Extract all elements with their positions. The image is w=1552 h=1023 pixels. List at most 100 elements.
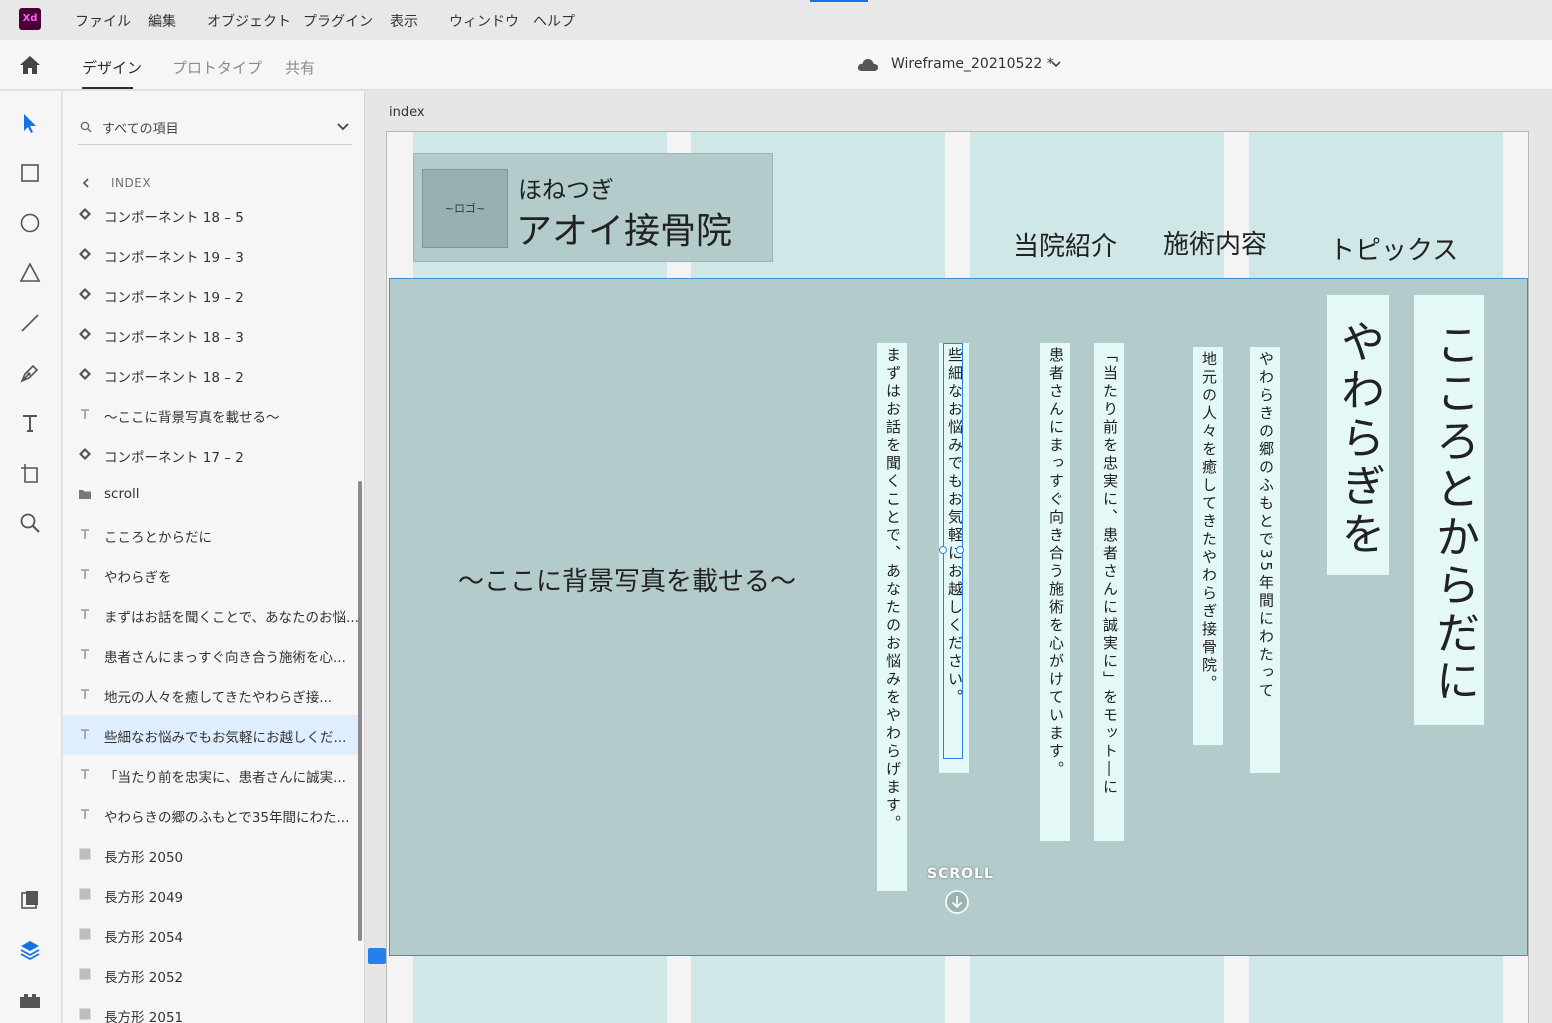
artboard-icon[interactable]: [18, 461, 42, 485]
logo-placeholder: ~ロゴ~: [422, 169, 508, 248]
scroll-down-arrow-icon[interactable]: [944, 889, 970, 915]
zoom-icon[interactable]: [18, 511, 42, 535]
body-text-line2[interactable]: 地元の人々を癒してきたやわらぎ接骨院。: [1193, 347, 1223, 745]
text-layer-icon: [81, 649, 89, 659]
layer-label: 長方形 2054: [104, 930, 184, 946]
layer-label: 些細なお悩みでもお気軽にお越しくだ...: [104, 730, 347, 746]
layer-row[interactable]: 長方形 2050: [63, 835, 359, 875]
canvas[interactable]: index ~ロゴ~ ほねつぎ アオイ接骨院 当院紹介 施術内容 トピックス 〜…: [366, 91, 1552, 1023]
text-layer-icon: [81, 409, 89, 419]
active-tab-indicator: [82, 87, 133, 89]
chevron-down-icon[interactable]: [336, 122, 350, 132]
plugins-icon[interactable]: [18, 988, 42, 1012]
tab-design[interactable]: デザイン: [82, 57, 142, 78]
layer-row[interactable]: まずはお話を聞くことで、あなたのお悩...: [63, 595, 359, 635]
layer-row[interactable]: 些細なお悩みでもお気軽にお越しくだ...: [63, 715, 359, 755]
layer-row[interactable]: コンポーネント 18 – 2: [63, 355, 359, 395]
layer-label: 長方形 2051: [104, 1010, 184, 1023]
layer-row[interactable]: やわらきの郷のふもとで35年間にわた...: [63, 795, 359, 835]
nav-treatment[interactable]: 施術内容: [1163, 224, 1267, 261]
layer-filter-dropdown[interactable]: すべての項目: [78, 113, 352, 145]
body-text-line1[interactable]: やわらきの郷のふもとで35年間にわたって: [1250, 347, 1280, 773]
text-layer-icon: [81, 609, 89, 619]
hero-section[interactable]: 〜ここに背景写真を載せる〜 こころとからだに やわらぎを やわらきの郷のふもとで…: [389, 278, 1528, 956]
layer-row[interactable]: 長方形 2054: [63, 915, 359, 955]
tab-prototype[interactable]: プロトタイプ: [172, 57, 262, 78]
menu-file[interactable]: ファイル: [75, 11, 131, 31]
selection-handle[interactable]: [956, 546, 964, 554]
layer-row[interactable]: コンポーネント 18 – 3: [63, 315, 359, 355]
tool-rail: [0, 91, 62, 1023]
component-icon: [79, 448, 91, 460]
layer-row[interactable]: scroll: [63, 475, 359, 515]
layer-row[interactable]: 〜ここに背景写真を載せる〜: [63, 395, 359, 435]
selection-handle[interactable]: [939, 546, 947, 554]
rectangle-layer-icon: [79, 1008, 91, 1020]
hero-title-line2[interactable]: やわらぎを: [1327, 295, 1389, 575]
layer-row[interactable]: 「当たり前を忠実に、患者さんに誠実...: [63, 755, 359, 795]
nav-about[interactable]: 当院紹介: [1013, 226, 1117, 263]
body-text-line3[interactable]: 「当たり前を忠実に、患者さんに誠実に」をモット―に: [1094, 343, 1124, 841]
body-text-line6[interactable]: まずはお話を聞くことで、あなたのお悩みをやわらげます。: [877, 343, 907, 891]
layer-label: 〜ここに背景写真を載せる〜: [104, 410, 280, 426]
menu-bar: Xd ファイル 編集 オブジェクト プラグイン 表示 ウィンドウ ヘルプ: [0, 0, 1552, 40]
component-icon: [79, 208, 91, 220]
assets-icon[interactable]: [18, 888, 42, 912]
layer-row[interactable]: 長方形 2051: [63, 995, 359, 1023]
layers-icon[interactable]: [18, 938, 42, 962]
layer-row[interactable]: こころとからだに: [63, 515, 359, 555]
layer-label: 患者さんにまっすぐ向き合う施術を心...: [104, 650, 346, 666]
folder-icon: [79, 490, 91, 499]
menu-help[interactable]: ヘルプ: [533, 11, 575, 31]
component-icon: [79, 328, 91, 340]
chevron-left-icon[interactable]: [81, 177, 91, 189]
layer-label: コンポーネント 17 – 2: [104, 450, 244, 466]
layer-label: コンポーネント 19 – 3: [104, 250, 244, 266]
layers-scrollbar[interactable]: [358, 481, 362, 941]
layer-label: 長方形 2050: [104, 850, 184, 866]
menu-object[interactable]: オブジェクト: [207, 11, 291, 31]
layer-label: 長方形 2052: [104, 970, 184, 986]
app-logo: Xd: [19, 8, 41, 30]
layer-label: やわらぎを: [104, 570, 172, 586]
body-text-line4[interactable]: 患者さんにまっすぐ向き合う施術を心がけています。: [1040, 343, 1070, 841]
menu-view[interactable]: 表示: [390, 11, 418, 31]
component-state-marker[interactable]: [368, 948, 386, 964]
text-layer-icon: [81, 569, 89, 579]
rectangle-layer-icon: [79, 888, 91, 900]
layer-row[interactable]: 患者さんにまっすぐ向き合う施術を心...: [63, 635, 359, 675]
text-layer-icon: [81, 689, 89, 699]
rectangle-icon[interactable]: [18, 161, 42, 185]
nav-topics[interactable]: トピックス: [1329, 230, 1458, 267]
layer-row[interactable]: コンポーネント 19 – 2: [63, 275, 359, 315]
tab-share[interactable]: 共有: [285, 57, 315, 78]
cloud-icon: [857, 59, 879, 71]
artboard-name[interactable]: index: [389, 105, 425, 120]
menu-window[interactable]: ウィンドウ: [449, 11, 519, 31]
logo-block[interactable]: ~ロゴ~ ほねつぎ アオイ接骨院: [413, 153, 773, 262]
layer-row[interactable]: 長方形 2049: [63, 875, 359, 915]
layer-row[interactable]: コンポーネント 17 – 2: [63, 435, 359, 475]
pen-icon[interactable]: [18, 361, 42, 385]
layer-label: まずはお話を聞くことで、あなたのお悩...: [104, 610, 359, 626]
menu-edit[interactable]: 編集: [148, 11, 176, 31]
home-icon[interactable]: [18, 54, 42, 76]
layer-row[interactable]: やわらぎを: [63, 555, 359, 595]
layer-row[interactable]: コンポーネント 19 – 3: [63, 235, 359, 275]
polygon-icon[interactable]: [18, 261, 42, 285]
breadcrumb[interactable]: INDEX: [111, 176, 151, 190]
layer-label: 長方形 2049: [104, 890, 184, 906]
chevron-down-icon[interactable]: [1050, 59, 1062, 69]
layer-row[interactable]: コンポーネント 18 – 5: [63, 195, 359, 235]
layer-row[interactable]: 地元の人々を癒してきたやわらぎ接...: [63, 675, 359, 715]
text-icon[interactable]: [18, 411, 42, 435]
select-icon[interactable]: [18, 111, 42, 135]
hero-title-line1[interactable]: こころとからだに: [1414, 295, 1484, 725]
menu-plugins[interactable]: プラグイン: [303, 11, 373, 31]
layer-row[interactable]: 長方形 2052: [63, 955, 359, 995]
layer-label: コンポーネント 18 – 3: [104, 330, 244, 346]
rectangle-layer-icon: [79, 928, 91, 940]
ellipse-icon[interactable]: [18, 211, 42, 235]
artboard[interactable]: ~ロゴ~ ほねつぎ アオイ接骨院 当院紹介 施術内容 トピックス 〜ここに背景写…: [386, 131, 1529, 1023]
line-icon[interactable]: [18, 311, 42, 335]
